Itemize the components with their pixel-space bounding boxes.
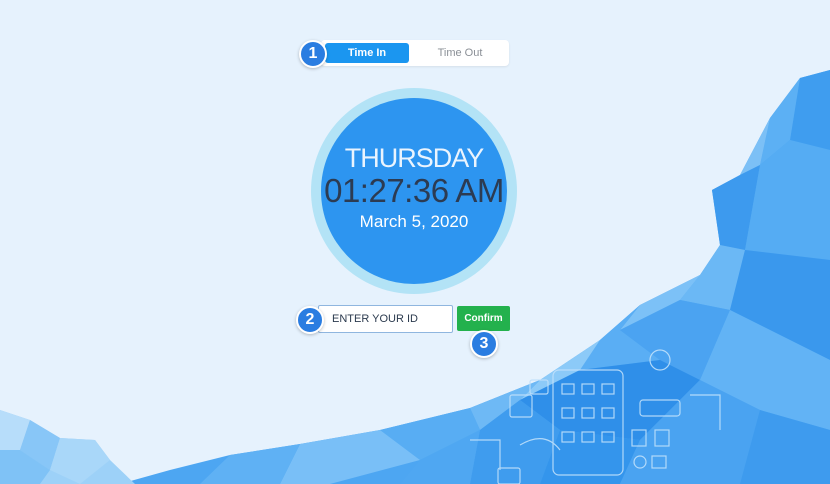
confirm-button[interactable]: Confirm: [457, 306, 510, 331]
clock-face: THURSDAY 01:27:36 AM March 5, 2020: [321, 98, 507, 284]
clock-time: 01:27:36 AM: [324, 172, 504, 209]
employee-id-input[interactable]: [318, 305, 453, 333]
tab-time-in[interactable]: Time In: [325, 43, 409, 63]
step-badge-1: 1: [299, 40, 327, 68]
clock-day: THURSDAY: [344, 143, 485, 173]
clock-date: March 5, 2020: [359, 212, 469, 231]
tab-time-out[interactable]: Time Out: [417, 43, 503, 63]
step-badge-2: 2: [296, 306, 324, 334]
step-badge-3: 3: [470, 330, 498, 358]
time-mode-toggle: Time In Time Out: [321, 40, 509, 66]
